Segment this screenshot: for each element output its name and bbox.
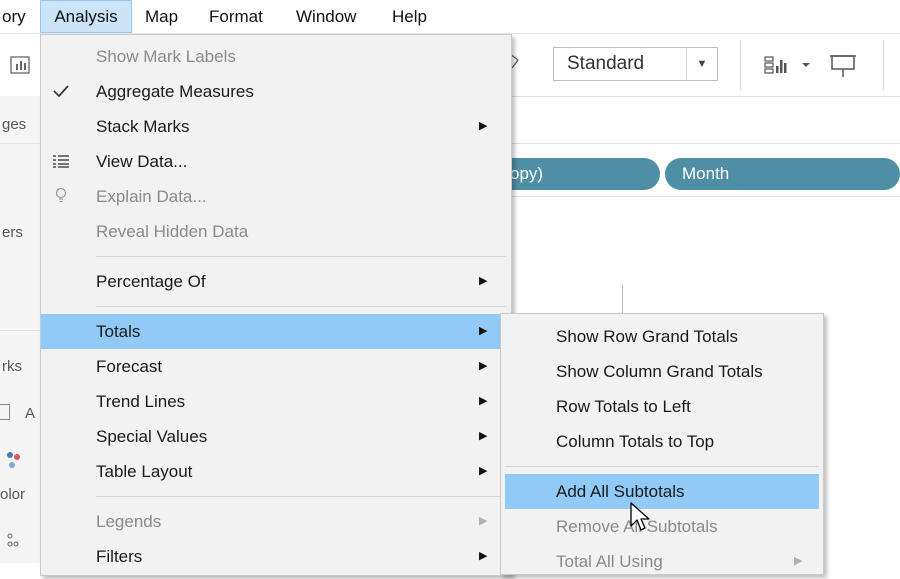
shelf-divider [510, 143, 900, 144]
menu-item-aggregate-measures[interactable]: Aggregate Measures [41, 74, 511, 109]
menu-history[interactable]: ory [2, 0, 26, 33]
menu-help[interactable]: Help [392, 0, 427, 33]
analysis-menu: Show Mark Labels Aggregate Measures Stac… [40, 34, 512, 576]
chart-icon[interactable] [4, 50, 36, 80]
data-grid-icon [53, 155, 69, 168]
detail-icon[interactable] [6, 530, 22, 550]
totals-submenu: Show Row Grand Totals Show Column Grand … [500, 313, 824, 575]
presentation-icon[interactable] [826, 48, 860, 82]
menu-item-totals[interactable]: Totals ▶ [41, 314, 511, 349]
submenu-arrow-icon: ▶ [479, 515, 488, 527]
menu-item-trend-lines[interactable]: Trend Lines ▶ [41, 384, 511, 419]
menu-separator-3 [96, 496, 506, 497]
menu-window[interactable]: Window [296, 0, 356, 33]
submenu-arrow-icon: ▶ [479, 395, 488, 407]
menu-map[interactable]: Map [145, 0, 178, 33]
menu-item-show-mark-labels[interactable]: Show Mark Labels [41, 39, 511, 74]
mark-type-select[interactable]: Standard ▼ [553, 47, 718, 81]
submenu-arrow-icon: ▶ [479, 550, 488, 562]
submenu-arrow-icon: ▶ [794, 555, 803, 567]
menu-item-special-values[interactable]: Special Values ▶ [41, 419, 511, 454]
menu-analysis[interactable]: Analysis [40, 0, 132, 33]
marks-label: rks [2, 358, 22, 375]
menu-bar: ory Analysis Map Format Window Help [0, 0, 900, 34]
submenu-arrow-icon: ▶ [479, 120, 488, 132]
column-pill-month[interactable]: Month [665, 158, 900, 190]
submenu-arrow-icon: ▶ [479, 325, 488, 337]
menu-item-reveal-hidden-data[interactable]: Reveal Hidden Data [41, 214, 511, 249]
pane-divider-2 [0, 330, 42, 331]
submenu-separator [505, 466, 819, 467]
submenu-arrow-icon: ▶ [479, 430, 488, 442]
menu-separator [96, 256, 506, 257]
submenu-item-total-all-using[interactable]: Total All Using ▶ [501, 544, 823, 579]
submenu-item-show-row-grand-totals[interactable]: Show Row Grand Totals [501, 319, 823, 354]
menu-item-view-data[interactable]: View Data... [41, 144, 511, 179]
checkmark-icon [53, 85, 69, 98]
toolbar-divider [740, 40, 741, 90]
submenu-arrow-icon: ▶ [479, 465, 488, 477]
pane-divider [0, 143, 42, 144]
lightbulb-icon [55, 187, 67, 203]
menu-item-legends[interactable]: Legends ▶ [41, 504, 511, 539]
show-me-icon[interactable] [762, 50, 820, 80]
marks-type-label: A [25, 405, 36, 422]
menu-format[interactable]: Format [209, 0, 263, 33]
menu-item-stack-marks[interactable]: Stack Marks ▶ [41, 109, 511, 144]
menu-item-percentage-of[interactable]: Percentage Of ▶ [41, 264, 511, 299]
submenu-item-show-column-grand-totals[interactable]: Show Column Grand Totals [501, 354, 823, 389]
pages-label: ges [2, 116, 27, 133]
color-icon[interactable] [6, 450, 22, 474]
mark-type-value: Standard [567, 53, 645, 74]
submenu-item-remove-all-subtotals[interactable]: Remove All Subtotals [501, 509, 823, 544]
submenu-item-row-totals-to-left[interactable]: Row Totals to Left [501, 389, 823, 424]
shelf-divider-2 [510, 196, 900, 197]
chevron-down-icon[interactable]: ▼ [686, 48, 717, 80]
submenu-item-add-all-subtotals[interactable]: Add All Subtotals [505, 474, 819, 509]
menu-item-filters[interactable]: Filters ▶ [41, 539, 511, 574]
view-axis-line [622, 285, 623, 315]
menu-item-table-layout[interactable]: Table Layout ▶ [41, 454, 511, 489]
submenu-arrow-icon: ▶ [479, 360, 488, 372]
menu-item-explain-data[interactable]: Explain Data... [41, 179, 511, 214]
mark-type-box[interactable] [0, 404, 10, 420]
toolbar-divider-2 [883, 40, 884, 90]
submenu-arrow-icon: ▶ [479, 275, 488, 287]
mouse-cursor-icon [630, 502, 650, 531]
submenu-item-column-totals-to-top[interactable]: Column Totals to Top [501, 424, 823, 459]
menu-separator-2 [96, 306, 506, 307]
filters-label: ers [2, 224, 23, 241]
highlight-icon[interactable] [510, 50, 524, 76]
color-label: olor [0, 486, 26, 503]
menu-item-forecast[interactable]: Forecast ▶ [41, 349, 511, 384]
